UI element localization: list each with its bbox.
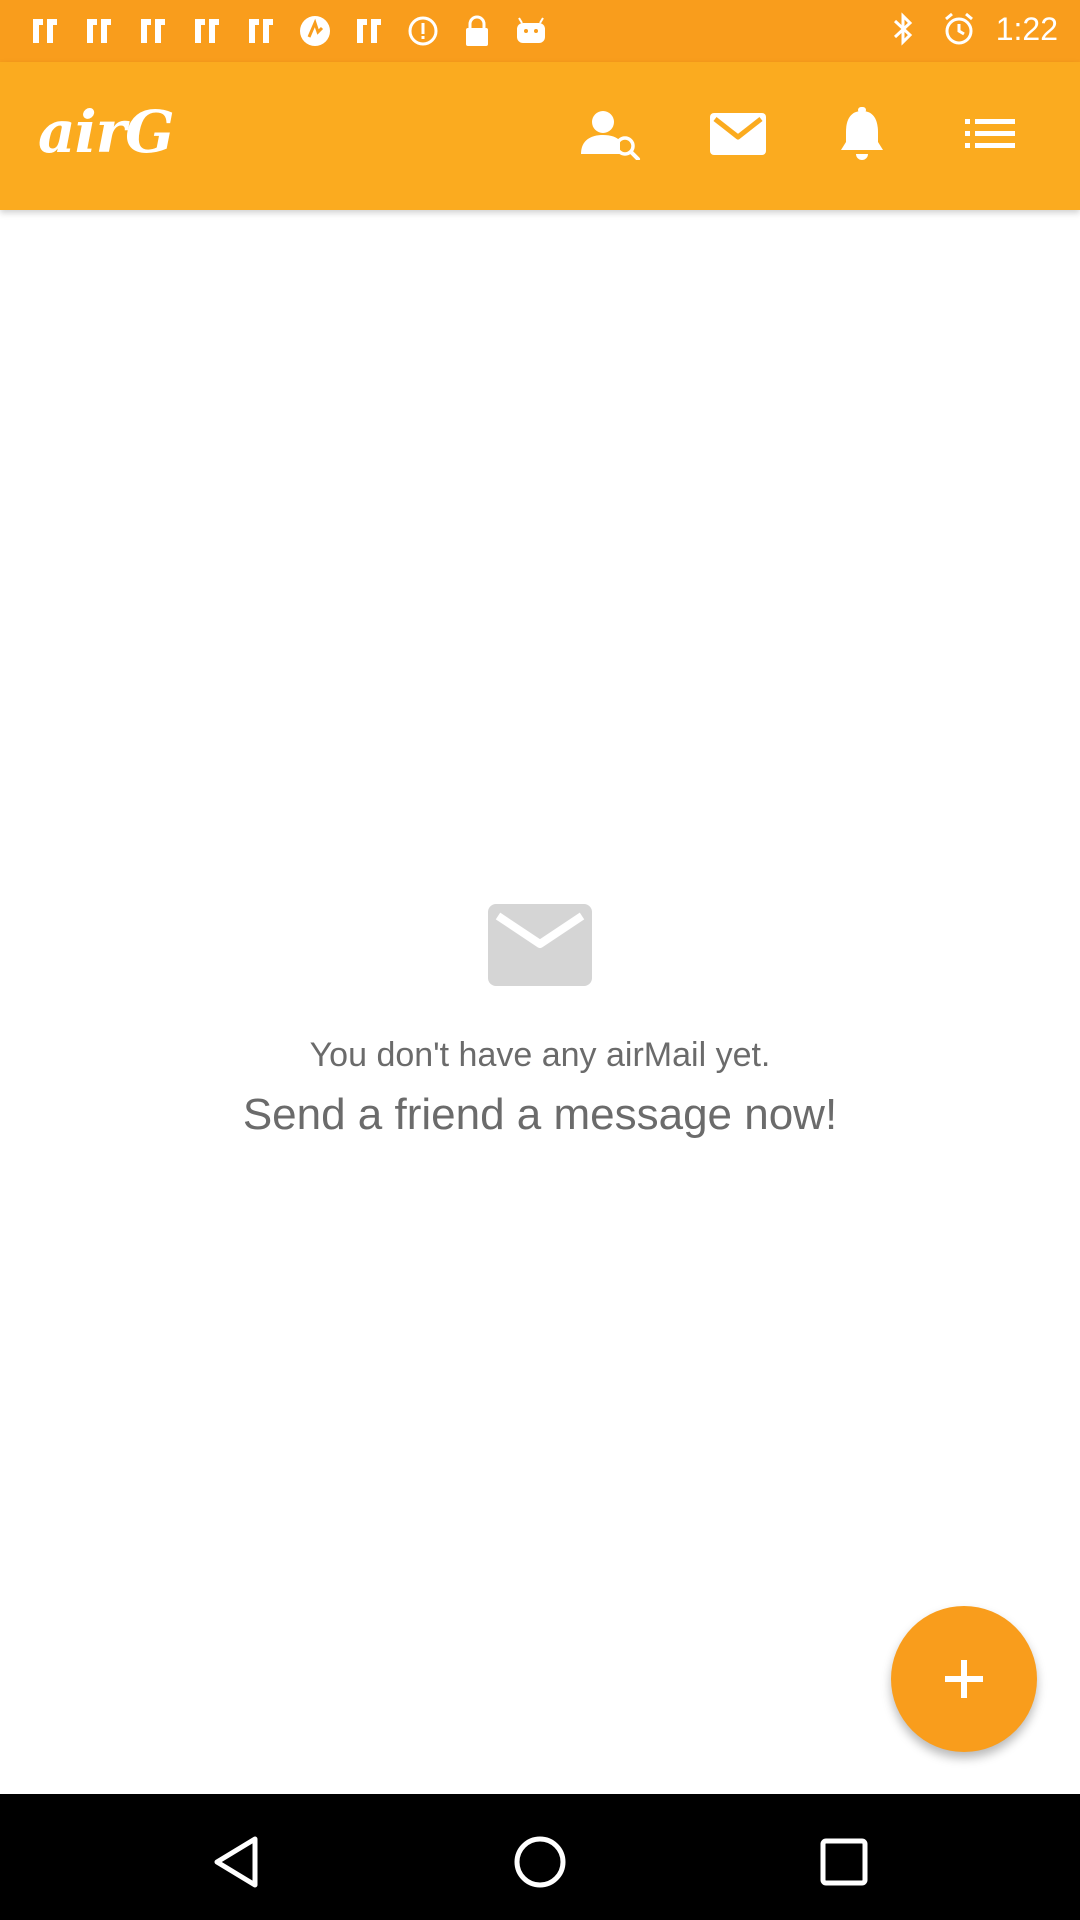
app-notification-icon: [80, 12, 118, 50]
status-time: 1:22: [995, 10, 1058, 47]
bell-icon[interactable]: [830, 102, 894, 166]
airg-notification-icon: [296, 12, 334, 50]
airg-logo[interactable]: airG: [38, 98, 175, 166]
navigation-bar: [0, 1794, 1080, 1920]
back-icon[interactable]: [206, 1832, 266, 1892]
people-search-icon[interactable]: [578, 102, 642, 166]
mail-icon[interactable]: [706, 102, 770, 166]
alarm-icon: [940, 10, 978, 48]
bluetooth-icon: [884, 10, 922, 48]
lock-icon: [458, 12, 496, 50]
home-icon[interactable]: [510, 1832, 570, 1892]
android-icon: [512, 12, 550, 50]
empty-mail-icon: [488, 904, 592, 986]
app-notification-icon: [134, 12, 172, 50]
app-notification-icon: [242, 12, 280, 50]
app-notification-icon: [350, 12, 388, 50]
app-notification-icon: [188, 12, 226, 50]
empty-message: You don't have any airMail yet.: [309, 1036, 771, 1074]
list-icon[interactable]: [958, 102, 1022, 166]
status-notifications: [26, 12, 550, 50]
recent-apps-icon[interactable]: [814, 1832, 874, 1892]
app-bar: airG: [0, 62, 1080, 210]
status-system: 1:22: [884, 10, 1058, 48]
status-bar: 1:22: [0, 0, 1080, 62]
plus-icon: [945, 1660, 983, 1698]
compose-button[interactable]: [891, 1606, 1037, 1752]
app-notification-icon: [26, 12, 64, 50]
info-icon: [404, 12, 442, 50]
empty-call-to-action: Send a friend a message now!: [242, 1090, 838, 1139]
